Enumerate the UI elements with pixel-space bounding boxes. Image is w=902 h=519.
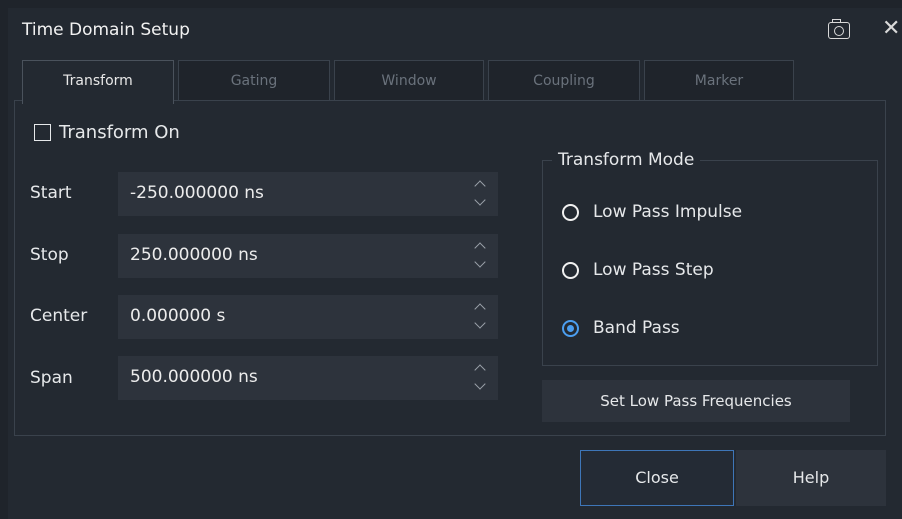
radio-button[interactable]: [562, 203, 579, 221]
tab-transform[interactable]: Transform: [22, 60, 174, 104]
radio-low-pass-step[interactable]: Low Pass Step: [562, 260, 714, 280]
tab-label: Coupling: [533, 73, 595, 89]
close-button[interactable]: Close: [580, 450, 734, 506]
tab-label: Marker: [694, 73, 744, 89]
stop-field[interactable]: 250.000000 ns: [118, 234, 498, 278]
span-field[interactable]: 500.000000 ns: [118, 356, 498, 400]
tab-window[interactable]: Window: [334, 60, 484, 102]
title-bar: Time Domain Setup ✕: [8, 8, 902, 54]
span-value[interactable]: 500.000000 ns: [130, 367, 258, 387]
tab-gating[interactable]: Gating: [178, 60, 330, 102]
start-label: Start: [30, 183, 72, 203]
camera-icon[interactable]: [828, 19, 850, 39]
chevron-down-icon[interactable]: [474, 258, 486, 270]
radio-label: Band Pass: [593, 318, 680, 338]
chevron-up-icon[interactable]: [474, 178, 486, 190]
span-label: Span: [30, 368, 73, 388]
center-value[interactable]: 0.000000 s: [130, 306, 225, 326]
center-field[interactable]: 0.000000 s: [118, 295, 498, 339]
radio-label: Low Pass Step: [593, 260, 714, 280]
start-field[interactable]: -250.000000 ns: [118, 172, 498, 216]
chevron-up-icon[interactable]: [474, 240, 486, 252]
checkbox-box[interactable]: [34, 124, 51, 141]
tab-marker[interactable]: Marker: [644, 60, 794, 102]
close-icon[interactable]: ✕: [882, 16, 900, 42]
radio-low-pass-impulse[interactable]: Low Pass Impulse: [562, 202, 742, 222]
help-button[interactable]: Help: [736, 450, 886, 506]
radio-label: Low Pass Impulse: [593, 202, 743, 222]
radio-button[interactable]: [562, 261, 579, 279]
radio-button-selected[interactable]: [562, 319, 579, 337]
stop-label: Stop: [30, 245, 69, 265]
dialog-title: Time Domain Setup: [22, 20, 190, 40]
tab-label: Window: [381, 73, 437, 89]
start-value[interactable]: -250.000000 ns: [130, 183, 264, 203]
transform-mode-title: Transform Mode: [552, 150, 701, 170]
tab-coupling[interactable]: Coupling: [488, 60, 640, 102]
set-low-pass-frequencies-button[interactable]: Set Low Pass Frequencies: [542, 380, 850, 422]
tab-label: Gating: [230, 73, 278, 89]
checkbox-label: Transform On: [59, 122, 180, 143]
chevron-up-icon[interactable]: [474, 362, 486, 374]
radio-band-pass[interactable]: Band Pass: [562, 318, 680, 338]
center-label: Center: [30, 306, 88, 326]
chevron-down-icon[interactable]: [474, 319, 486, 331]
chevron-down-icon[interactable]: [474, 196, 486, 208]
stop-value[interactable]: 250.000000 ns: [130, 245, 258, 265]
chevron-down-icon[interactable]: [474, 380, 486, 392]
tab-label: Transform: [63, 73, 133, 89]
chevron-up-icon[interactable]: [474, 301, 486, 313]
transform-on-checkbox[interactable]: Transform On: [34, 122, 180, 143]
